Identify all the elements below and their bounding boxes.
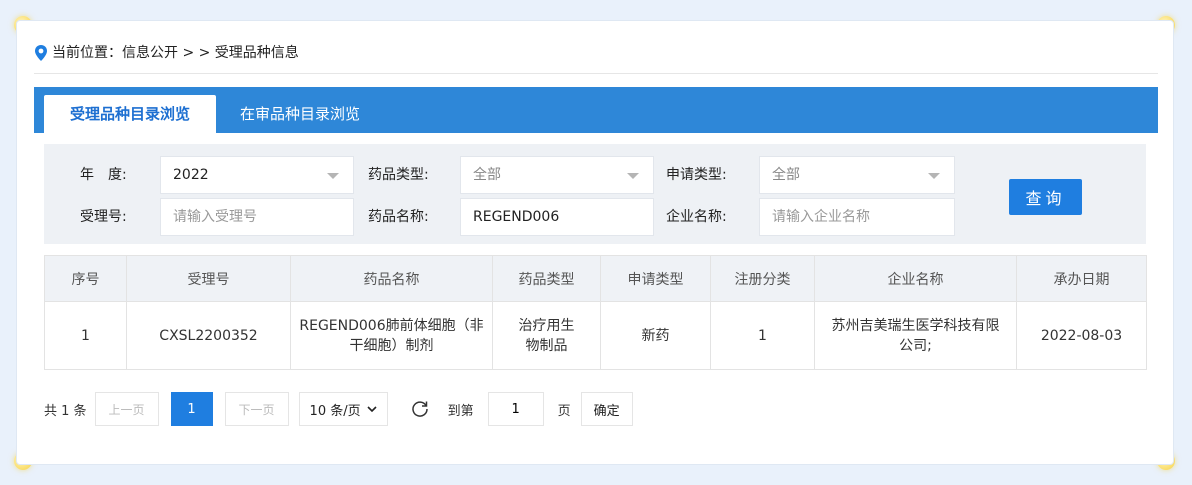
table-cell-date: 2022-08-03 [1016, 301, 1147, 370]
drug-type-select[interactable]: 全部 [460, 156, 654, 194]
chevron-down-icon [627, 173, 639, 179]
table-cell-apply-type: 新药 [600, 301, 711, 370]
drug-name-input[interactable] [460, 198, 654, 236]
table-cell-company: 苏州吉美瑞生医学科技有限公司; [814, 301, 1017, 370]
header-cell: 受理号 [126, 255, 291, 302]
header-cell: 药品名称 [290, 255, 493, 302]
confirm-goto-button[interactable]: 确定 [580, 392, 633, 426]
goto-page-input[interactable] [487, 392, 544, 426]
goto-label: 到第 [447, 403, 474, 419]
table-cell-accept-no: CXSL2200352 [126, 301, 291, 370]
company-input[interactable] [759, 198, 955, 236]
table-header-row: 序号 受理号 药品名称 药品类型 申请类型 注册分类 企业名称 承办日期 [44, 255, 1147, 302]
drug-name-label: 药品名称: [368, 209, 429, 225]
apply-type-label: 申请类型: [666, 167, 727, 183]
header-cell: 药品类型 [492, 255, 601, 302]
year-label: 年 度: [80, 167, 127, 183]
location-pin-icon [35, 45, 47, 61]
header-cell: 申请类型 [600, 255, 711, 302]
chevron-down-icon [928, 173, 940, 179]
tab-bar: 受理品种目录浏览 在审品种目录浏览 [34, 87, 1158, 133]
year-value: 2022 [173, 167, 209, 183]
accept-no-input[interactable] [160, 198, 354, 236]
query-button[interactable]: 查询 [1009, 179, 1082, 215]
chevron-down-icon [327, 173, 339, 179]
total-count: 共 1 条 [44, 403, 87, 419]
table-cell-index: 1 [44, 301, 127, 370]
page-unit-label: 页 [557, 403, 571, 419]
tab-accepted-catalog[interactable]: 受理品种目录浏览 [44, 95, 216, 133]
refresh-icon[interactable] [410, 399, 430, 419]
tab-under-review-catalog[interactable]: 在审品种目录浏览 [232, 95, 368, 133]
table-cell-drug-type: 治疗用生物制品 [492, 301, 601, 370]
apply-type-value: 全部 [772, 167, 800, 183]
filter-panel: 年 度: 2022 药品类型: 全部 申请类型: 全部 受理号: 药品名称: 企… [44, 144, 1146, 244]
company-label: 企业名称: [666, 209, 727, 225]
page-button-current[interactable]: 1 [170, 392, 213, 426]
table-row[interactable]: 1 CXSL2200352 REGEND006肺前体细胞（非干细胞）制剂 治疗用… [44, 301, 1147, 370]
pagination: 共 1 条 上一页 1 下一页 10 条/页 到第 页 确定 [44, 392, 633, 426]
header-cell: 承办日期 [1016, 255, 1147, 302]
breadcrumb-text: 当前位置：信息公开 > > 受理品种信息 [52, 45, 299, 61]
header-cell: 注册分类 [710, 255, 815, 302]
table-cell-reg-class: 1 [710, 301, 815, 370]
header-cell: 企业名称 [814, 255, 1017, 302]
chevron-down-icon [367, 406, 377, 413]
results-table: 序号 受理号 药品名称 药品类型 申请类型 注册分类 企业名称 承办日期 1 C… [44, 255, 1147, 370]
year-select[interactable]: 2022 [160, 156, 354, 194]
page-size-select[interactable]: 10 条/页 [298, 392, 388, 426]
breadcrumb: 当前位置：信息公开 > > 受理品种信息 [34, 44, 1158, 74]
page-size-value: 10 条/页 [309, 403, 361, 419]
table-cell-drug-name: REGEND006肺前体细胞（非干细胞）制剂 [290, 301, 493, 370]
apply-type-select[interactable]: 全部 [759, 156, 955, 194]
accept-no-label: 受理号: [80, 209, 127, 225]
prev-page-button[interactable]: 上一页 [94, 392, 159, 426]
drug-type-label: 药品类型: [368, 167, 429, 183]
next-page-button[interactable]: 下一页 [224, 392, 289, 426]
header-cell: 序号 [44, 255, 127, 302]
drug-type-value: 全部 [473, 167, 501, 183]
